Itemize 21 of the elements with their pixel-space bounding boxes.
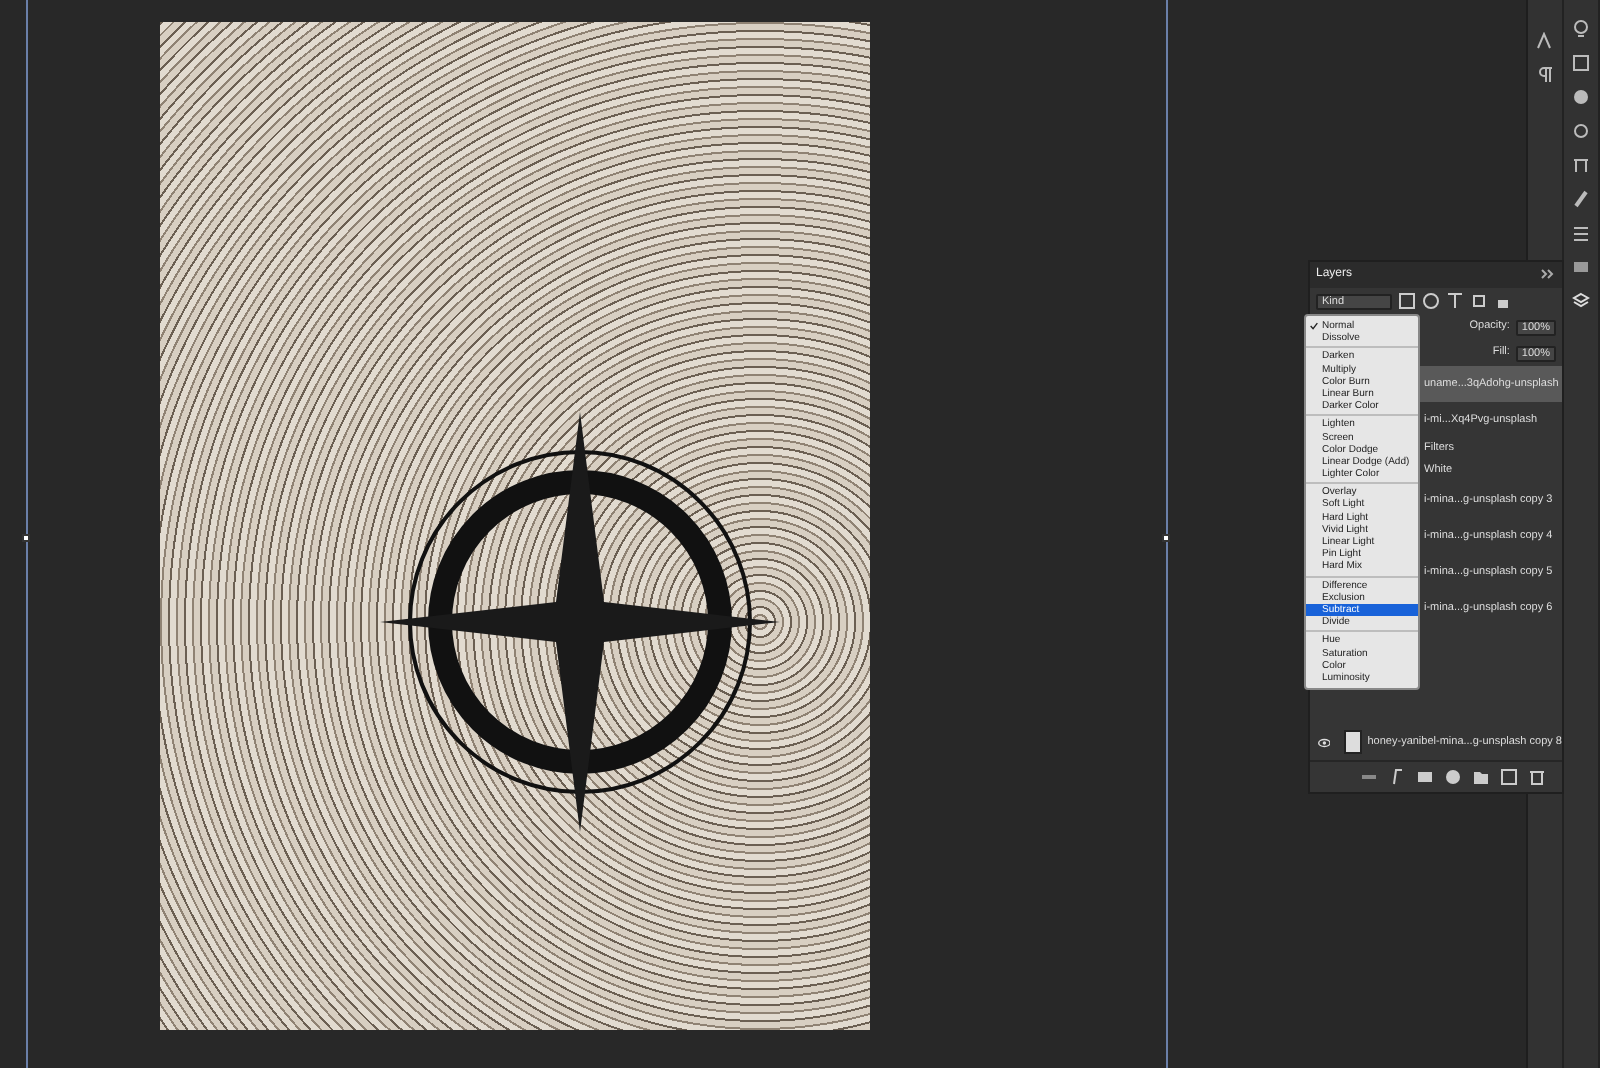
collapse-icon[interactable] [1540, 266, 1556, 284]
mask-icon[interactable] [1416, 768, 1434, 786]
type-filter-icon[interactable] [1446, 292, 1464, 310]
text-tool-icon[interactable] [1536, 32, 1554, 50]
folder-icon[interactable] [1472, 768, 1490, 786]
properties-icon[interactable] [1572, 224, 1590, 242]
bulb-icon[interactable] [1572, 20, 1590, 38]
path-icon[interactable] [1572, 156, 1590, 174]
circle-icon[interactable] [1572, 88, 1590, 106]
shape-filter-icon[interactable] [1470, 292, 1488, 310]
layers-icon[interactable] [1572, 292, 1590, 310]
eye-icon[interactable] [1318, 737, 1331, 747]
trash-icon[interactable] [1528, 768, 1546, 786]
paragraph-icon[interactable] [1536, 66, 1554, 84]
new-layer-icon[interactable] [1500, 768, 1518, 786]
adjustment-layer-icon[interactable] [1444, 768, 1462, 786]
image-filter-icon[interactable] [1398, 292, 1416, 310]
adjustment-filter-icon[interactable] [1422, 292, 1440, 310]
layer-thumbnail [1344, 730, 1362, 754]
brush-icon[interactable] [1572, 190, 1590, 208]
fx-icon[interactable] [1388, 768, 1406, 786]
